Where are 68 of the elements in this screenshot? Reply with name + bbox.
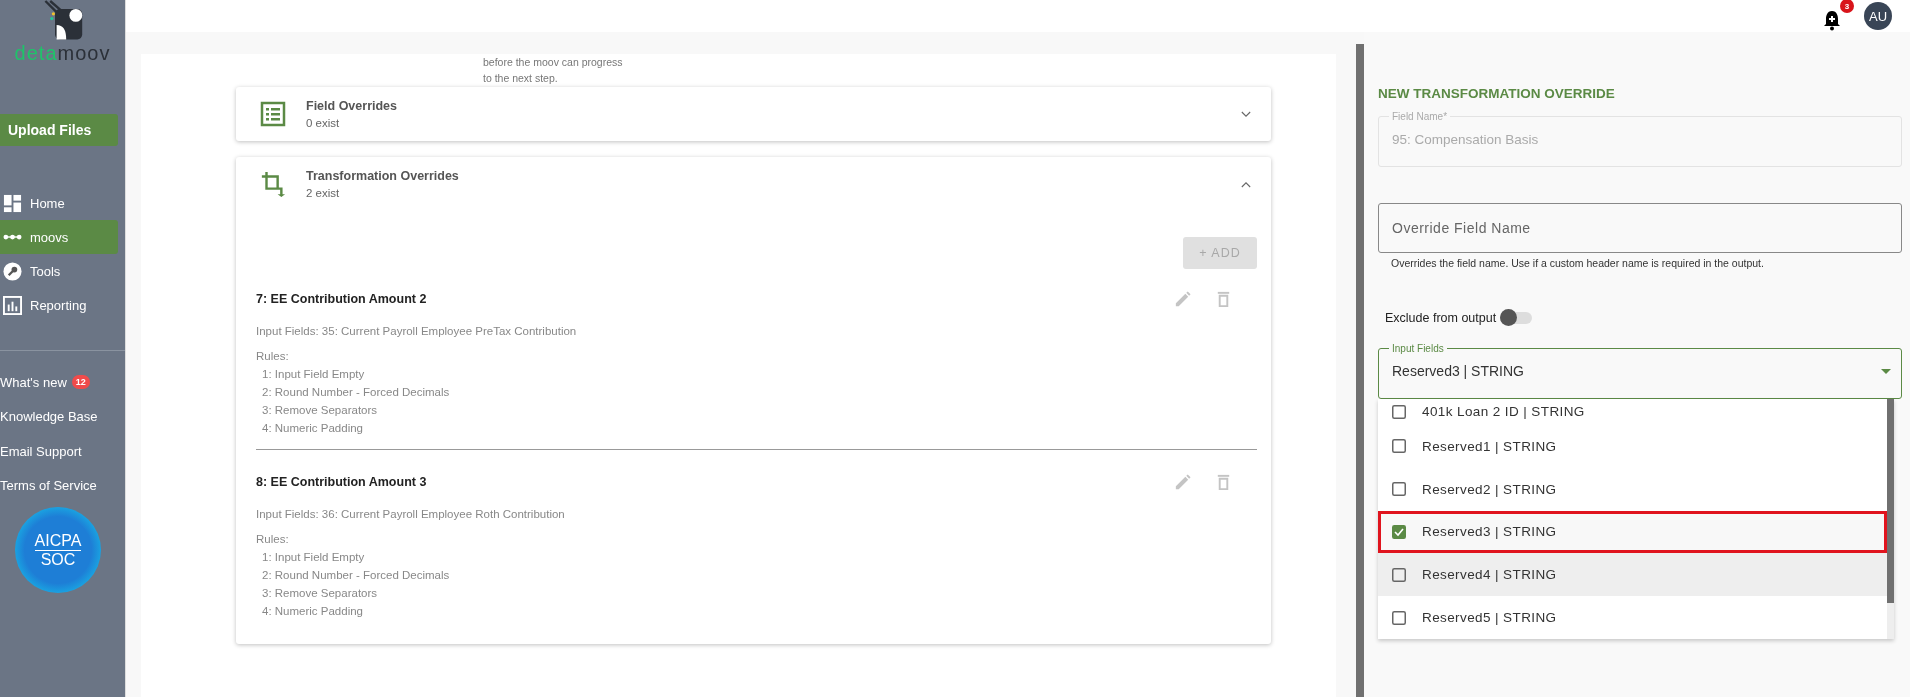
sidebar-link[interactable]: What's new [0, 374, 67, 390]
dropdown-option[interactable]: Reserved2 | STRING [1378, 467, 1887, 511]
checkbox [1392, 482, 1406, 497]
description-text: to the next step. [483, 71, 559, 86]
edit-icon[interactable] [1173, 472, 1192, 492]
panel-title: NEW TRANSFORMATION OVERRIDE [1378, 86, 1616, 101]
chevron-up-icon[interactable] [1241, 180, 1251, 188]
override-field-name-input[interactable]: Override Field Name [1378, 203, 1902, 253]
sidebar-link[interactable]: Knowledge Base [0, 409, 98, 425]
dropdown-option[interactable]: Reserved4 | STRING [1378, 553, 1887, 597]
rule-item: 4: Numeric Padding [261, 604, 364, 619]
panel-scrollbar[interactable] [1356, 44, 1364, 697]
edit-icon[interactable] [1173, 289, 1192, 309]
override-title: 7: EE Contribution Amount 2 [256, 292, 428, 306]
nav-item[interactable]: moovs [0, 220, 118, 254]
rules-label: Rules: [256, 349, 290, 364]
dropdown-option[interactable]: Reserved1 | STRING [1378, 424, 1887, 468]
chart-icon [3, 295, 22, 315]
field-label: Input Fields [1391, 343, 1445, 354]
checkbox [1392, 439, 1406, 454]
rule-item: 4: Numeric Padding [261, 421, 364, 436]
nav-item[interactable]: Tools [0, 254, 118, 288]
checkbox [1392, 524, 1406, 539]
upload-files-button[interactable]: Upload Files [0, 114, 118, 146]
rule-item: 1: Input Field Empty [261, 550, 366, 565]
section-title: Field Overrides [306, 99, 398, 113]
chevron-down-icon[interactable] [1241, 110, 1251, 118]
sidebar-link[interactable]: Terms of Service [0, 478, 97, 494]
dropdown-option[interactable]: 401k Loan 2 ID | STRING [1378, 399, 1887, 425]
checkbox [1392, 567, 1406, 582]
wrench-icon [3, 261, 22, 281]
section-count: 2 exist [306, 187, 341, 199]
checkbox [1392, 610, 1406, 625]
sidebar-link[interactable]: Email Support [0, 443, 82, 459]
scrollbar-thumb[interactable] [1887, 399, 1894, 603]
crop-icon [260, 171, 286, 197]
dropdown-option[interactable]: Reserved3 | STRING [1378, 510, 1887, 554]
dropdown-option[interactable]: Reserved5 | STRING [1378, 596, 1887, 640]
checkbox [1392, 404, 1406, 419]
certification-seal: AICPA SOC [15, 507, 101, 593]
user-avatar[interactable]: AU [1864, 2, 1892, 30]
dots-icon [3, 234, 22, 240]
nav-item[interactable]: Home [0, 186, 118, 220]
section-title: Transformation Overrides [306, 169, 460, 183]
input-fields-text: Input Fields: 35: Current Payroll Employee PreTax Contribution [256, 325, 578, 337]
override-title: 8: EE Contribution Amount 3 [256, 475, 428, 489]
rule-item: 3: Remove Separators [261, 586, 379, 601]
rule-item: 2: Round Number - Forced Decimals [261, 568, 451, 583]
list-icon [260, 101, 286, 127]
notification-count: 3 [1840, 0, 1854, 13]
field-label: Field Name* [1391, 111, 1449, 122]
exclude-toggle[interactable] [1500, 312, 1533, 324]
count-badge: 12 [71, 375, 90, 390]
notification-bell-icon[interactable] [1822, 9, 1842, 31]
rule-item: 1: Input Field Empty [261, 367, 366, 382]
helper-text: Overrides the field name. Use if a custom header name is required in the output. [1391, 257, 1765, 269]
input-fields-select[interactable]: Input Fields Reserved3 | STRING [1378, 343, 1902, 399]
rules-label: Rules: [256, 532, 290, 547]
dashboard-icon [3, 193, 22, 213]
rule-item: 3: Remove Separators [261, 403, 379, 418]
section-count: 0 exist [306, 117, 341, 129]
exclude-label: Exclude from output [1385, 311, 1497, 325]
input-fields-text: Input Fields: 36: Current Payroll Employee Roth Contribution [256, 508, 566, 520]
logo-wordmark: detamoov [14, 42, 111, 64]
nav-item[interactable]: Reporting [0, 288, 118, 322]
caret-icon [1881, 368, 1891, 374]
rule-item: 2: Round Number - Forced Decimals [261, 385, 451, 400]
description-text: before the moov can progress [483, 55, 624, 70]
